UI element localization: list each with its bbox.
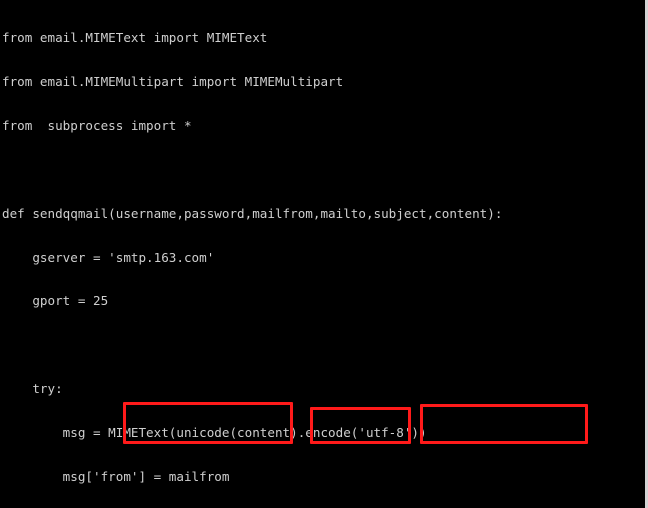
code-line: gport = 25 [2, 294, 109, 309]
code-line: gserver = 'smtp.163.com' [2, 250, 215, 265]
code-line: from email.MIMEText import MIMEText [2, 31, 268, 46]
code-line: def sendqqmail(username,password,mailfro… [2, 206, 503, 221]
code-text-area[interactable]: from email.MIMEText import MIMEText from… [0, 0, 645, 508]
code-line: msg['from'] = mailfrom [2, 469, 230, 484]
code-line: from subprocess import * [2, 118, 192, 133]
terminal-window[interactable]: from email.MIMEText import MIMEText from… [0, 0, 648, 508]
code-line: from email.MIMEMultipart import MIMEMult… [2, 75, 344, 90]
code-line: try: [2, 382, 63, 397]
code-line: msg = MIMEText(unicode(content).encode('… [2, 425, 427, 440]
